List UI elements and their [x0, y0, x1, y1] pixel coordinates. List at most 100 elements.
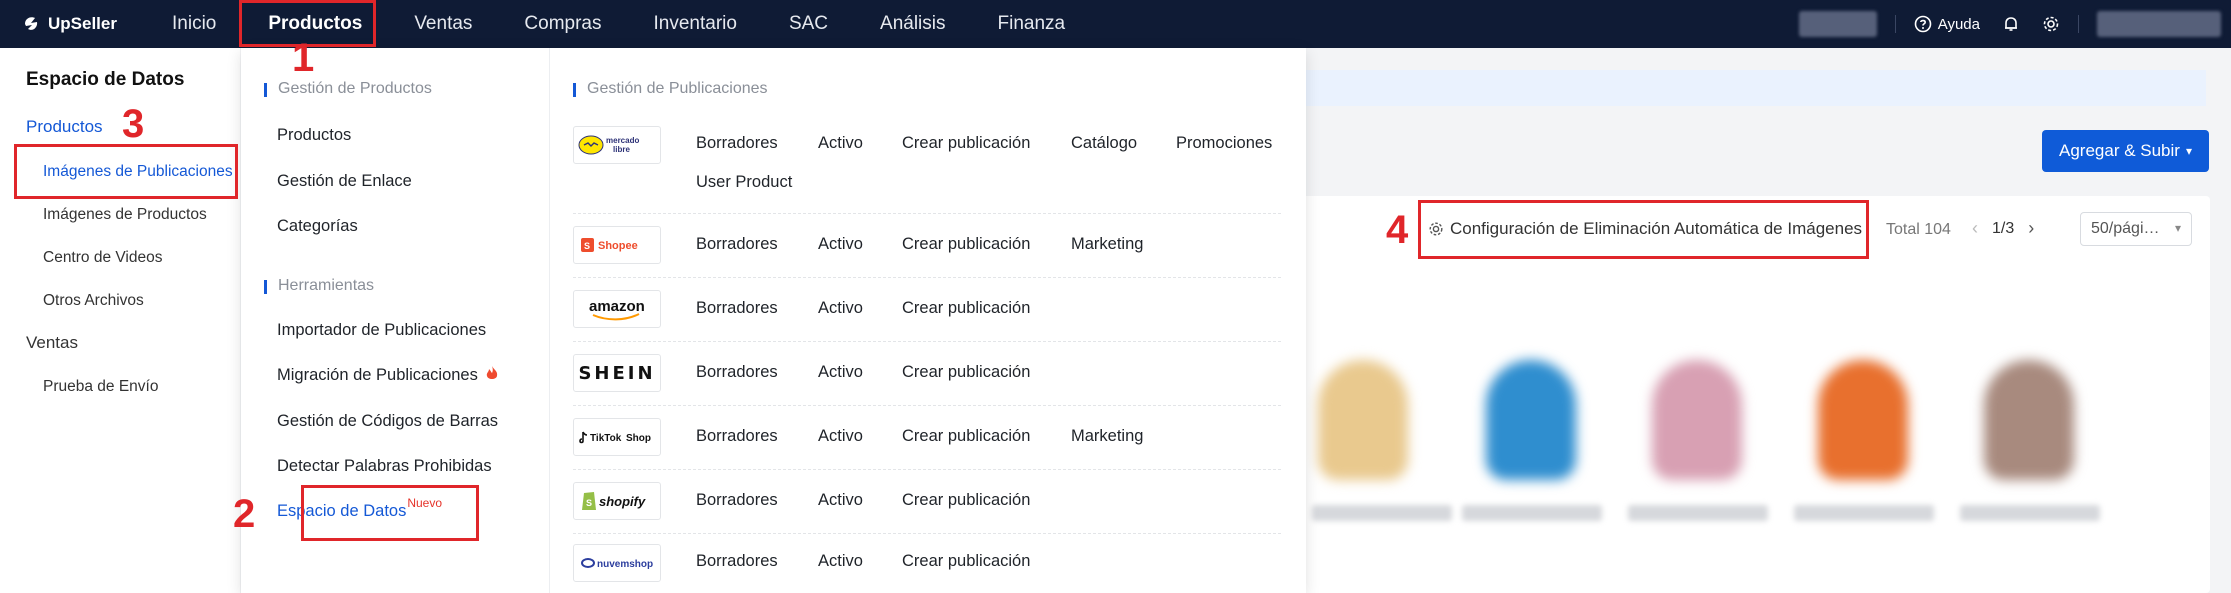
link-borradores[interactable]: Borradores — [696, 491, 778, 510]
menu-item-categorias[interactable]: Categorías — [277, 217, 358, 236]
image-caption — [1628, 505, 1768, 521]
sidebar-item-prueba-envio[interactable]: Prueba de Envío — [43, 378, 158, 396]
sidebar-group-ventas[interactable]: Ventas — [26, 333, 78, 353]
annotation-number-2: 2 — [233, 492, 256, 536]
svg-text:libre: libre — [613, 145, 630, 154]
page: UpSeller Inicio Productos Ventas Compras… — [0, 0, 2231, 593]
link-borradores[interactable]: Borradores — [696, 134, 778, 153]
prev-page-icon[interactable]: ‹ — [1972, 218, 1978, 239]
nav-inventario[interactable]: Inventario — [654, 0, 737, 48]
nav-sac[interactable]: SAC — [789, 0, 828, 48]
add-upload-button[interactable]: Agregar & Subir ▾ — [2042, 130, 2209, 172]
nav-compras[interactable]: Compras — [524, 0, 601, 48]
menu-item-codigos-barras[interactable]: Gestión de Códigos de Barras — [277, 412, 498, 431]
menu-item-palabras-prohibidas[interactable]: Detectar Palabras Prohibidas — [277, 457, 492, 476]
chevron-down-icon: ▾ — [2185, 144, 2192, 158]
section-heading-gestion-productos: Gestión de Productos — [264, 80, 432, 98]
platform-row-shopify: Sshopify Borradores Activo Crear publica… — [573, 470, 1281, 534]
nav-analisis[interactable]: Análisis — [880, 0, 945, 48]
section-heading-gestion-publicaciones: Gestión de Publicaciones — [573, 80, 768, 98]
account-menu[interactable] — [2097, 11, 2221, 37]
link-borradores[interactable]: Borradores — [696, 363, 778, 382]
annotation-number-3: 3 — [122, 102, 145, 146]
menu-item-gestion-enlace[interactable]: Gestión de Enlace — [277, 172, 412, 191]
divider — [2078, 15, 2079, 33]
sidebar-title: Espacio de Datos — [26, 69, 185, 90]
link-activo[interactable]: Activo — [818, 299, 863, 318]
svg-text:S: S — [586, 498, 592, 508]
menu-item-importador[interactable]: Importador de Publicaciones — [277, 321, 486, 340]
link-activo[interactable]: Activo — [818, 427, 863, 446]
settings-button[interactable] — [2042, 15, 2060, 33]
link-activo[interactable]: Activo — [818, 134, 863, 153]
link-catalogo[interactable]: Catálogo — [1071, 134, 1137, 153]
mercadolibre-logo-icon: mercadolibre — [578, 135, 639, 155]
link-activo[interactable]: Activo — [818, 491, 863, 510]
link-crear-publicacion[interactable]: Crear publicación — [902, 427, 1030, 446]
upseller-logo-icon — [25, 17, 38, 30]
link-crear-publicacion[interactable]: Crear publicación — [902, 491, 1030, 510]
annotation-box-3 — [14, 144, 238, 199]
link-borradores[interactable]: Borradores — [696, 235, 778, 254]
menu-item-productos[interactable]: Productos — [277, 126, 351, 145]
link-promociones[interactable]: Promociones — [1176, 134, 1272, 153]
section-heading-herramientas: Herramientas — [264, 277, 374, 295]
help-link[interactable]: Ayuda — [1914, 15, 1980, 33]
data-space-sidebar: Espacio de Datos Productos Imágenes de P… — [0, 48, 240, 593]
image-thumbnail[interactable] — [1486, 360, 1576, 480]
nuvemshop-logo-icon: nuvemshop — [581, 558, 653, 570]
image-thumbnail[interactable] — [1818, 360, 1908, 480]
link-activo[interactable]: Activo — [818, 235, 863, 254]
image-thumbnail[interactable] — [1318, 360, 1408, 480]
platform-row-amazon: amazon Borradores Activo Crear publicaci… — [573, 278, 1281, 342]
svg-text:nuvemshop: nuvemshop — [597, 559, 653, 570]
link-borradores[interactable]: Borradores — [696, 427, 778, 446]
next-page-icon[interactable]: › — [2028, 218, 2034, 239]
total-count: Total 104 — [1886, 221, 1951, 238]
page-size-select[interactable]: 50/pági… ▾ — [2080, 212, 2192, 246]
brand-logo[interactable]: UpSeller — [22, 14, 152, 34]
link-marketing[interactable]: Marketing — [1071, 235, 1143, 254]
info-banner — [1240, 70, 2206, 106]
link-crear-publicacion[interactable]: Crear publicación — [902, 552, 1030, 571]
shein-logo-icon: SHEIN — [573, 354, 661, 392]
platform-row-shein: SHEIN Borradores Activo Crear publicació… — [573, 342, 1281, 406]
shopee-logo-icon: S Shopee — [581, 238, 638, 252]
link-borradores[interactable]: Borradores — [696, 299, 778, 318]
sidebar-item-centro-videos[interactable]: Centro de Videos — [43, 249, 163, 267]
svg-text:TikTok: TikTok — [590, 433, 622, 444]
link-activo[interactable]: Activo — [818, 552, 863, 571]
notifications-button[interactable] — [2002, 15, 2020, 33]
menu-item-migracion[interactable]: Migración de Publicaciones — [277, 366, 498, 385]
chevron-down-icon: ▾ — [2174, 221, 2181, 235]
link-marketing[interactable]: Marketing — [1071, 427, 1143, 446]
mercadolibre-logo-icon: mercadolibre — [573, 126, 661, 164]
link-crear-publicacion[interactable]: Crear publicación — [902, 299, 1030, 318]
link-borradores[interactable]: Borradores — [696, 552, 778, 571]
link-crear-publicacion[interactable]: Crear publicación — [902, 235, 1030, 254]
link-user-product[interactable]: User Product — [696, 173, 792, 192]
platform-row-shopee: S Shopee Borradores Activo Crear publicac… — [573, 214, 1281, 278]
pagination: ‹ 1/3 › — [1972, 218, 2034, 239]
shopify-logo-icon: Sshopify — [582, 492, 646, 510]
sidebar-group-productos[interactable]: Productos — [26, 117, 103, 137]
store-selector[interactable] — [1798, 11, 1877, 37]
annotation-box-4 — [1418, 200, 1869, 259]
link-crear-publicacion[interactable]: Crear publicación — [902, 363, 1030, 382]
svg-text:Shopee: Shopee — [598, 240, 638, 252]
nav-inicio[interactable]: Inicio — [172, 0, 216, 48]
image-thumbnail[interactable] — [1652, 360, 1742, 480]
shopee-logo-icon: S Shopee — [573, 226, 661, 264]
sidebar-item-otros-archivos[interactable]: Otros Archivos — [43, 292, 144, 310]
sidebar-item-imagenes-productos[interactable]: Imágenes de Productos — [43, 206, 207, 224]
link-crear-publicacion[interactable]: Crear publicación — [902, 134, 1030, 153]
brand-name: UpSeller — [48, 14, 117, 33]
annotation-number-4: 4 — [1386, 208, 1409, 252]
menu-item-migracion-label: Migración de Publicaciones — [277, 366, 478, 384]
image-thumbnail[interactable] — [1984, 360, 2074, 480]
link-activo[interactable]: Activo — [818, 363, 863, 382]
nav-ventas[interactable]: Ventas — [414, 0, 472, 48]
svg-text:Shop: Shop — [626, 433, 651, 444]
nav-finanza[interactable]: Finanza — [998, 0, 1066, 48]
svg-text:S: S — [584, 241, 590, 251]
